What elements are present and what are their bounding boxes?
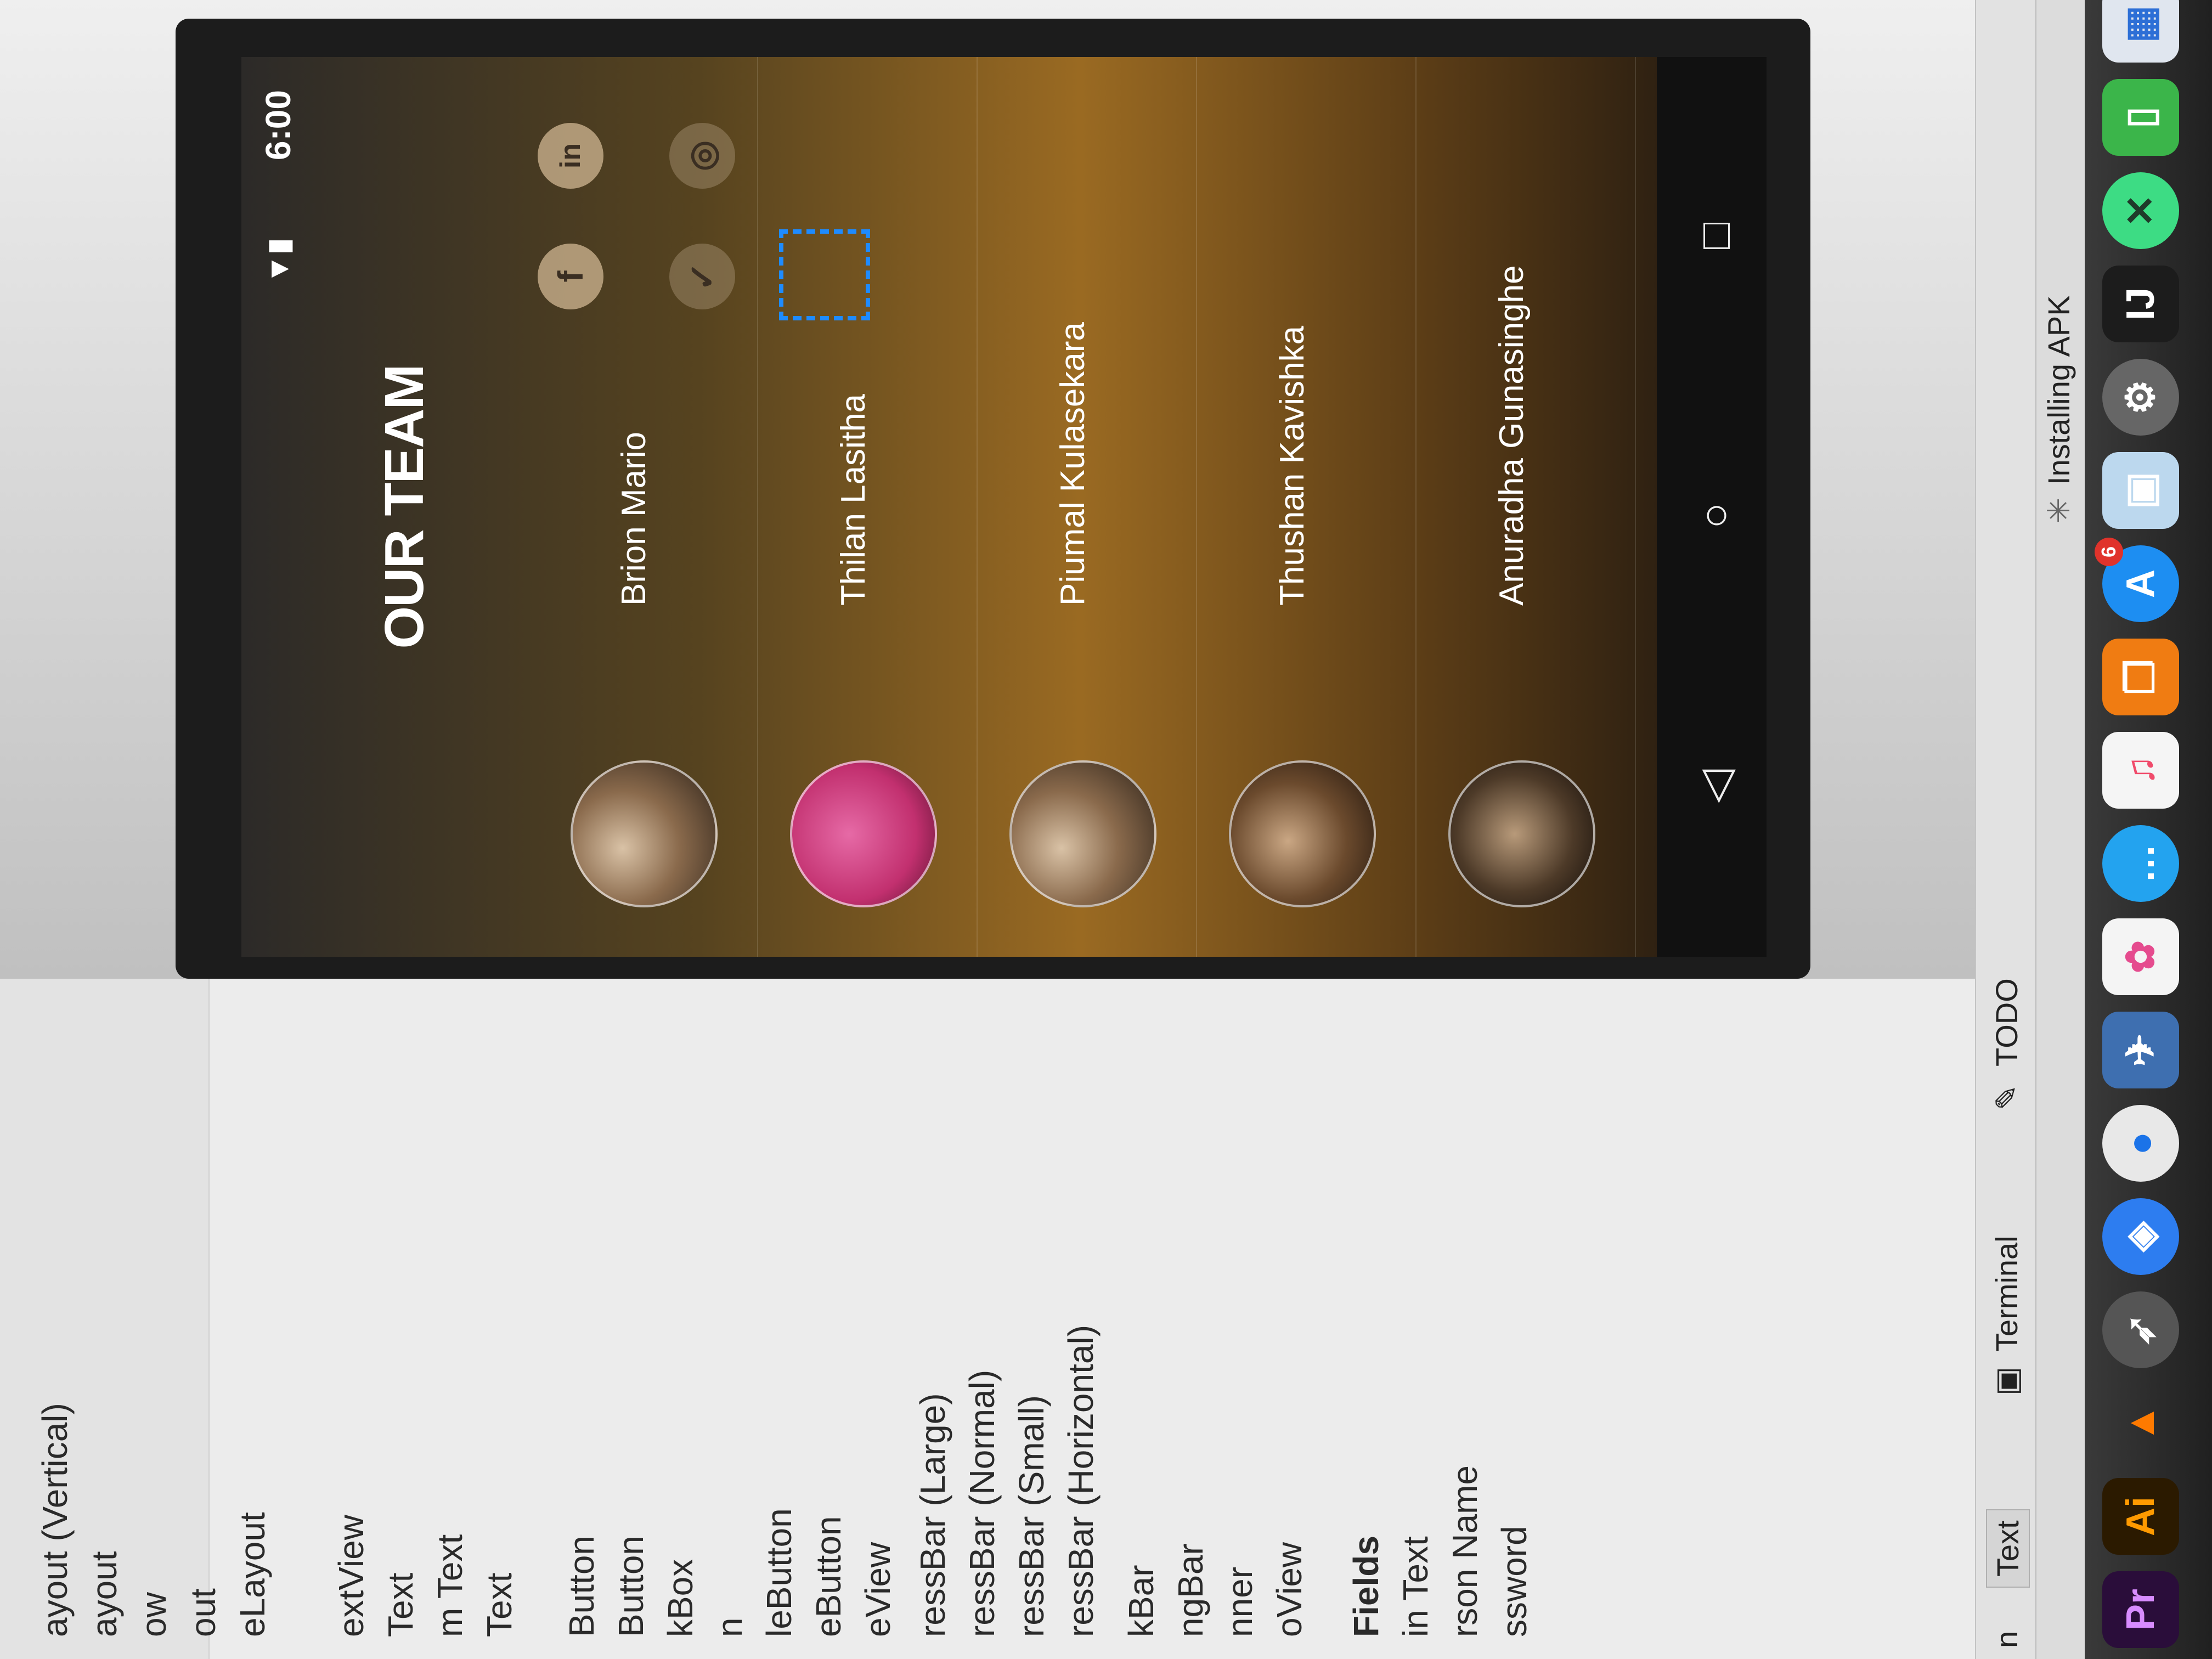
tool-window-bar: n Text ▣ Terminal ✎ TODO (1975, 0, 2036, 1659)
avatar (1448, 760, 1595, 907)
tab-text[interactable]: Text (1986, 1509, 2030, 1588)
palette-item[interactable]: in Text (1393, 1536, 1437, 1637)
palette-item[interactable]: kBox (658, 1559, 702, 1637)
palette-item[interactable]: ow (132, 1592, 176, 1637)
system-preferences-icon[interactable]: ⚙ (2102, 359, 2179, 436)
palette-item[interactable]: nner (1218, 1567, 1262, 1637)
status-time: 6:00 (258, 90, 298, 161)
avatar (571, 760, 718, 907)
vlc-icon[interactable]: ▲ (2102, 1385, 2179, 1462)
simulator-icon[interactable]: ▯ (2102, 79, 2179, 156)
palette-item[interactable]: m Text (428, 1534, 472, 1637)
safari-icon[interactable]: ◈ (2102, 1198, 2179, 1275)
avatar (1009, 760, 1156, 907)
palette-item[interactable]: extView (329, 1515, 373, 1637)
palette-category-fields[interactable]: Fields (1344, 1536, 1388, 1637)
selection-handles[interactable] (779, 229, 870, 320)
palette-item[interactable]: n (708, 1617, 752, 1637)
premiere-icon[interactable]: Pr (2102, 1571, 2179, 1648)
dock: Pr Ai ▲ ➶ ◈ ● ✈ ✿ … ♫ ❐ A 6 ▣ ⚙ IJ ✕ ▯ ▦ (2085, 0, 2212, 1659)
palette-item[interactable]: oView (1267, 1542, 1311, 1637)
spinner-icon: ✳ (2041, 498, 2076, 523)
facebook-icon[interactable]: f (538, 244, 603, 309)
itunes-icon[interactable]: ♫ (2102, 732, 2179, 809)
tab-left[interactable]: n (1986, 1631, 2028, 1648)
page-title: OUR TEAM (374, 365, 435, 649)
twitter-icon[interactable]: ✓ (669, 244, 735, 309)
palette-item[interactable]: eButton (806, 1516, 850, 1637)
palette-item[interactable]: leButton (757, 1508, 801, 1637)
team-member-row[interactable]: Thilan Lasitha ✓ ◎ (669, 57, 978, 957)
photos-icon[interactable]: ✿ (2102, 918, 2179, 995)
member-name: Thushan Kavishka (1273, 325, 1311, 606)
team-member-row[interactable]: Piumal Kulasekara (977, 57, 1197, 957)
team-member-row[interactable]: Anuradha Gunasinghe (1415, 57, 1636, 957)
palette-item[interactable]: ressBar (Large) (911, 1393, 955, 1637)
palette-item[interactable]: kBar (1119, 1565, 1163, 1637)
palette-item[interactable]: ressBar (Normal) (960, 1370, 1004, 1637)
launchpad-icon[interactable]: ➶ (2102, 1291, 2179, 1368)
intellij-icon[interactable]: IJ (2102, 266, 2179, 342)
home-icon[interactable]: ○ (1690, 503, 1740, 529)
palette-item[interactable]: Text (379, 1573, 422, 1637)
palette-item[interactable]: ayout (Vertical) (33, 1403, 77, 1637)
todo-icon: ✎ (1989, 1085, 2024, 1110)
android-studio-icon[interactable]: ✕ (2102, 172, 2179, 249)
preview-icon[interactable]: ✈ (2102, 1012, 2179, 1088)
linkedin-icon[interactable]: in (538, 123, 603, 189)
terminal-icon: ▣ (1989, 1367, 2024, 1396)
navigation-bar: ◁ ○ □ (1657, 57, 1767, 957)
palette-item[interactable]: ayout (82, 1551, 126, 1637)
appstore-icon[interactable]: A 6 (2095, 538, 2179, 622)
palette-item[interactable]: out (181, 1588, 225, 1637)
status-message: Installing APK (2041, 295, 2076, 485)
notification-badge: 6 (2095, 538, 2123, 566)
avatar (790, 760, 937, 907)
ibooks-icon[interactable]: ❐ (2102, 639, 2179, 715)
avatar (1229, 760, 1376, 907)
ide-status-bar: ✳ Installing APK (2035, 0, 2086, 1659)
device-frame: ▼▮ 6:00 OUR TEAM Brion Mario f in Thilan… (176, 19, 1810, 979)
instagram-icon[interactable]: ◎ (669, 123, 735, 189)
palette-item[interactable]: eLayout (230, 1512, 274, 1637)
palette-item[interactable]: ssword (1492, 1526, 1536, 1637)
chrome-icon[interactable]: ● (2102, 1105, 2179, 1182)
component-palette: ayout (Vertical) ayout ow out eLayout ex… (0, 979, 1975, 1659)
palette-item[interactable]: rson Name (1443, 1465, 1487, 1637)
tab-todo[interactable]: TODO (1986, 978, 2028, 1066)
virtualbox-icon[interactable]: ▣ (2102, 452, 2179, 529)
member-name: Brion Mario (615, 432, 653, 606)
calendar-icon[interactable]: ▦ (2102, 0, 2179, 63)
back-icon[interactable]: ◁ (1690, 769, 1741, 803)
illustrator-icon[interactable]: Ai (2102, 1478, 2179, 1555)
tab-terminal[interactable]: Terminal (1986, 1235, 2028, 1352)
palette-item[interactable]: ressBar (Horizontal) (1059, 1325, 1103, 1637)
palette-item[interactable]: Button (609, 1536, 653, 1637)
team-member-row[interactable]: Brion Mario f in (538, 57, 758, 957)
palette-item[interactable]: eView (856, 1542, 900, 1637)
palette-item[interactable]: ngBar (1169, 1543, 1212, 1637)
palette-item[interactable]: Text (477, 1573, 521, 1637)
wifi-battery-icon: ▼▮ (262, 238, 295, 284)
phone-screen: ▼▮ 6:00 OUR TEAM Brion Mario f in Thilan… (241, 57, 1767, 957)
ide-window: ayout (Vertical) ayout ow out eLayout ex… (0, 0, 2212, 1659)
member-name: Thilan Lasitha (834, 393, 872, 606)
design-canvas[interactable]: ▼▮ 6:00 OUR TEAM Brion Mario f in Thilan… (0, 0, 1975, 979)
member-name: Anuradha Gunasinghe (1493, 265, 1531, 606)
team-member-row[interactable]: Thushan Kavishka (1196, 57, 1417, 957)
recents-icon[interactable]: □ (1690, 223, 1740, 249)
palette-item[interactable]: ressBar (Small) (1009, 1395, 1053, 1637)
member-name: Piumal Kulasekara (1054, 322, 1092, 606)
palette-item[interactable]: Button (560, 1536, 603, 1637)
status-bar: ▼▮ 6:00 (241, 57, 318, 957)
messages-icon[interactable]: … (2102, 825, 2179, 902)
